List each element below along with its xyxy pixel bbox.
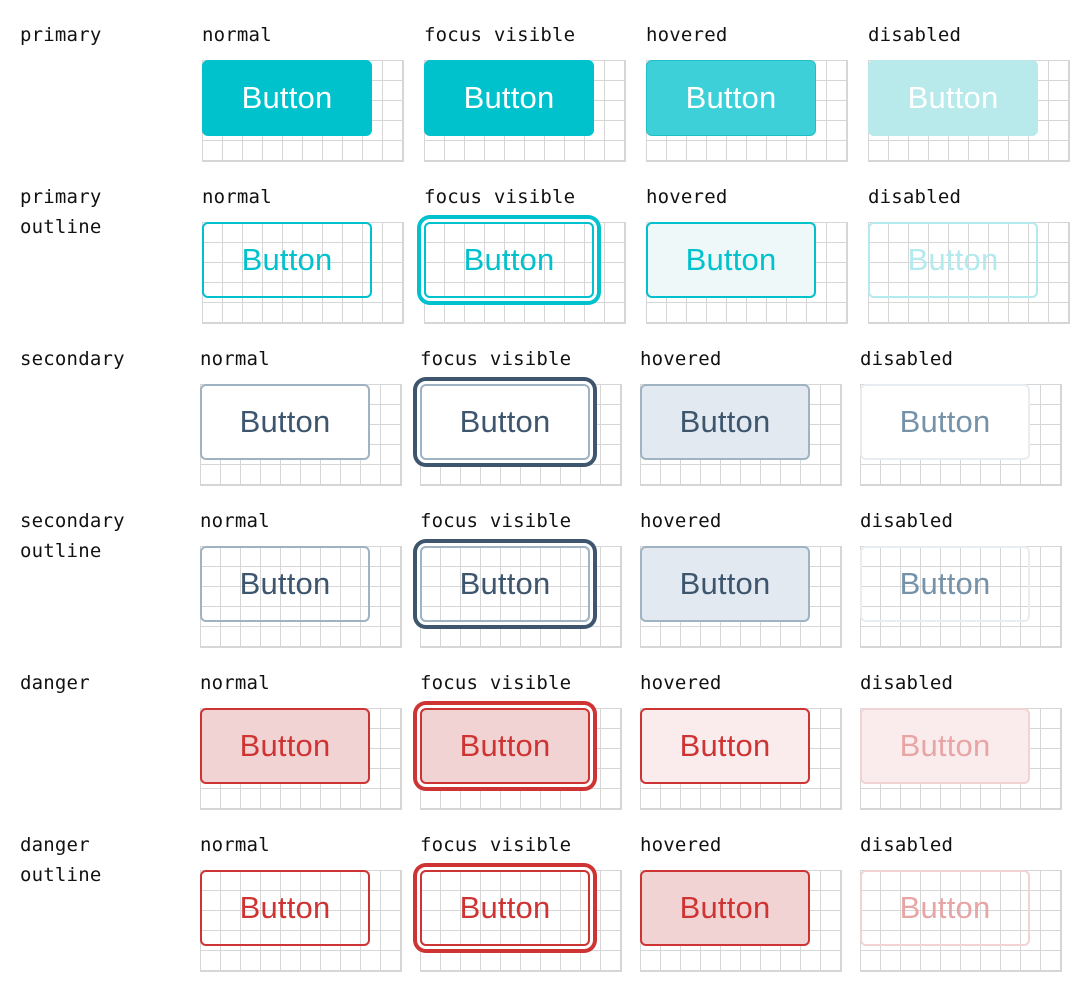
secondary-button-disabled: Button: [860, 384, 1030, 460]
state-label-focus: focus visible: [420, 348, 572, 370]
secondary-outline-button-disabled: Button: [860, 546, 1030, 622]
secondary-button-focus-visible[interactable]: Button: [420, 384, 590, 460]
secondary-button-hovered[interactable]: Button: [640, 384, 810, 460]
button-cell: Button: [200, 870, 402, 972]
danger-button-normal[interactable]: Button: [200, 708, 370, 784]
variant-label-primary-outline: primary outline: [20, 186, 102, 238]
state-label-disabled: disabled: [868, 186, 962, 208]
button-cell: Button: [200, 384, 402, 486]
state-label-focus: focus visible: [420, 672, 572, 694]
state-label-hovered: hovered: [640, 672, 722, 694]
state-label-hovered: hovered: [640, 348, 722, 370]
danger-button-hovered[interactable]: Button: [640, 708, 810, 784]
button-cell: Button: [860, 870, 1062, 972]
state-label-normal: normal: [200, 672, 270, 694]
button-cell: Button: [860, 708, 1062, 810]
state-label-normal: normal: [200, 510, 270, 532]
secondary-outline-button-hovered[interactable]: Button: [640, 546, 810, 622]
variant-label-danger: danger: [20, 672, 90, 694]
primary-outline-button-hovered[interactable]: Button: [646, 222, 816, 298]
secondary-button-normal[interactable]: Button: [200, 384, 370, 460]
button-cell: Button: [860, 384, 1062, 486]
danger-button-focus-visible[interactable]: Button: [420, 708, 590, 784]
state-label-disabled: disabled: [860, 348, 954, 370]
button-cell: Button: [868, 222, 1070, 324]
state-label-normal: normal: [202, 24, 272, 46]
state-label-disabled: disabled: [860, 510, 954, 532]
danger-outline-button-focus-visible[interactable]: Button: [420, 870, 590, 946]
button-cell: Button: [646, 222, 848, 324]
primary-button-hovered[interactable]: Button: [646, 60, 816, 136]
state-label-normal: normal: [200, 834, 270, 856]
state-label-hovered: hovered: [640, 510, 722, 532]
state-label-focus: focus visible: [424, 186, 576, 208]
state-label-disabled: disabled: [860, 834, 954, 856]
primary-outline-button-normal[interactable]: Button: [202, 222, 372, 298]
state-label-focus: focus visible: [420, 834, 572, 856]
button-cell: Button: [640, 384, 842, 486]
button-cell: Button: [640, 708, 842, 810]
button-cell: Button: [202, 222, 404, 324]
state-label-disabled: disabled: [868, 24, 962, 46]
button-cell: Button: [200, 546, 402, 648]
secondary-outline-button-focus-visible[interactable]: Button: [420, 546, 590, 622]
button-cell: Button: [860, 546, 1062, 648]
danger-outline-button-disabled: Button: [860, 870, 1030, 946]
button-cell: Button: [200, 708, 402, 810]
primary-button-disabled: Button: [868, 60, 1038, 136]
state-label-hovered: hovered: [646, 186, 728, 208]
variant-label-secondary-outline: secondary outline: [20, 510, 125, 562]
danger-outline-button-normal[interactable]: Button: [200, 870, 370, 946]
button-cell: Button: [640, 870, 842, 972]
state-label-focus: focus visible: [424, 24, 576, 46]
button-cell: Button: [868, 60, 1070, 162]
danger-outline-button-hovered[interactable]: Button: [640, 870, 810, 946]
state-label-hovered: hovered: [640, 834, 722, 856]
danger-button-disabled: Button: [860, 708, 1030, 784]
variant-label-danger-outline: danger outline: [20, 834, 102, 886]
button-cell: Button: [424, 60, 626, 162]
button-cell: Button: [640, 546, 842, 648]
button-cell: Button: [646, 60, 848, 162]
variant-label-secondary: secondary: [20, 348, 125, 370]
state-label-hovered: hovered: [646, 24, 728, 46]
button-cell: Button: [420, 870, 622, 972]
primary-button-focus-visible[interactable]: Button: [424, 60, 594, 136]
state-label-normal: normal: [200, 348, 270, 370]
variant-label-primary: primary: [20, 24, 102, 46]
primary-outline-button-focus-visible[interactable]: Button: [424, 222, 594, 298]
secondary-outline-button-normal[interactable]: Button: [200, 546, 370, 622]
button-cell: Button: [420, 708, 622, 810]
primary-button-normal[interactable]: Button: [202, 60, 372, 136]
button-cell: Button: [420, 384, 622, 486]
state-label-focus: focus visible: [420, 510, 572, 532]
button-cell: Button: [424, 222, 626, 324]
state-label-normal: normal: [202, 186, 272, 208]
button-cell: Button: [202, 60, 404, 162]
button-cell: Button: [420, 546, 622, 648]
primary-outline-button-disabled: Button: [868, 222, 1038, 298]
state-label-disabled: disabled: [860, 672, 954, 694]
